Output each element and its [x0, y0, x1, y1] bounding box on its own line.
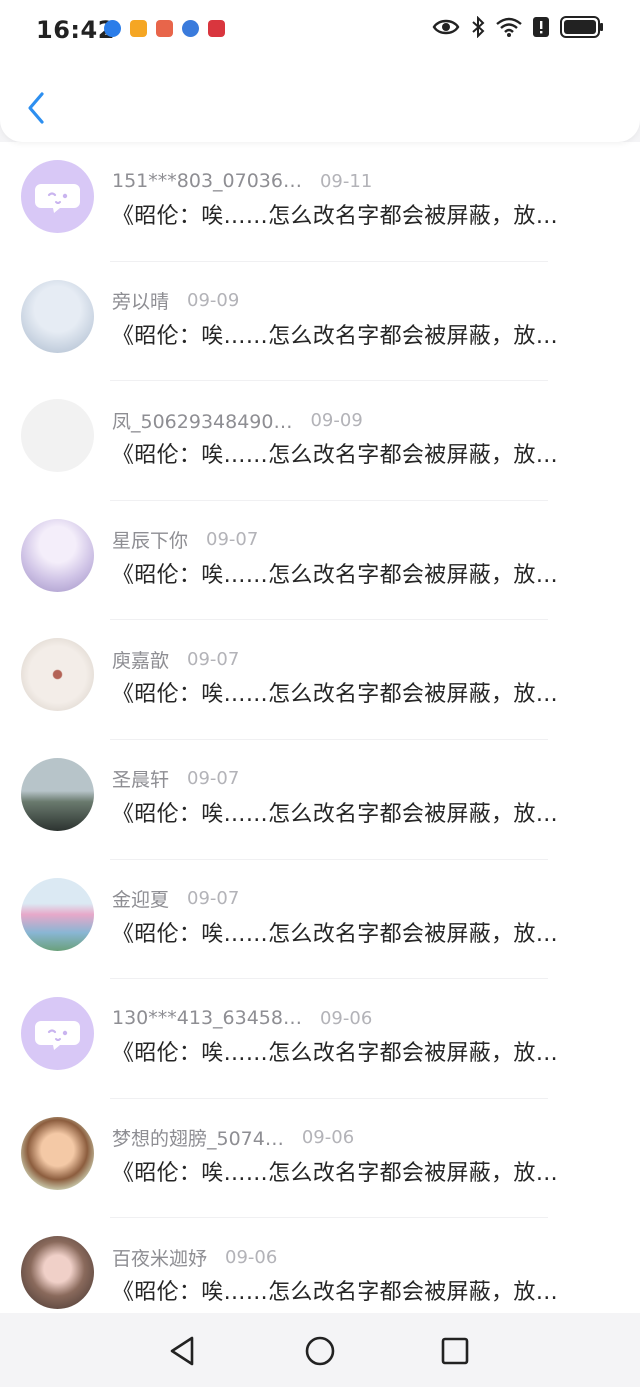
message-preview: 《昭伦：唉……怎么改名字都会被屏蔽，放…	[112, 323, 559, 349]
message-date: 09-09	[187, 290, 240, 312]
huawei-app-icon	[208, 20, 225, 37]
avatar[interactable]	[21, 877, 94, 951]
message-preview: 《昭伦：唉……怎么改名字都会被屏蔽，放…	[112, 1041, 559, 1067]
message-date: 09-06	[225, 1246, 278, 1268]
avatar[interactable]	[21, 279, 94, 353]
message-row[interactable]: 130***413_63458… 09-06 《昭伦：唉……怎么改名字都会被屏蔽，放…	[0, 979, 640, 1099]
name-line: 星辰下你 09-07	[112, 527, 258, 553]
sender-name: 梦想的翅膀_5074…	[112, 1128, 284, 1151]
video-app-icon	[130, 20, 147, 37]
chat-bubble-icon	[35, 184, 80, 213]
message-preview: 《昭伦：唉……怎么改名字都会被屏蔽，放…	[112, 204, 559, 229]
message-date: 09-07	[187, 768, 240, 790]
message-row[interactable]: 百夜米迦妤 09-06 《昭伦：唉……怎么改名字都会被屏蔽，放…	[0, 1218, 640, 1313]
message-date: 09-09	[310, 409, 363, 431]
message-preview: 《昭伦：唉……怎么改名字都会被屏蔽，放…	[112, 921, 559, 947]
message-list[interactable]: 151***803_07036… 09-11 《昭伦：唉……怎么改名字都会被屏蔽，放…	[0, 142, 640, 1313]
message-preview: 《昭伦：唉……怎么改名字都会被屏蔽，放…	[112, 682, 559, 708]
status-bar: 16:42	[0, 0, 640, 60]
name-line: 151***803_07036… 09-11	[112, 168, 372, 194]
name-line: 梦想的翅膀_5074… 09-06	[112, 1125, 354, 1151]
sender-name: 百夜米迦妤	[112, 1247, 208, 1270]
message-row[interactable]: 星辰下你 09-07 《昭伦：唉……怎么改名字都会被屏蔽，放…	[0, 501, 640, 621]
message-preview: 《昭伦：唉……怎么改名字都会被屏蔽，放…	[112, 801, 559, 827]
message-row[interactable]: 151***803_07036… 09-11 《昭伦：唉……怎么改名字都会被屏蔽，放…	[0, 142, 640, 262]
name-line: 凤_50629348490… 09-09	[112, 407, 363, 433]
name-line: 130***413_63458… 09-06	[112, 1005, 372, 1031]
home-circle-icon	[305, 1336, 335, 1366]
bluetooth-icon	[472, 16, 485, 38]
avatar[interactable]	[21, 638, 94, 712]
browser-app-icon	[182, 20, 199, 37]
message-preview: 《昭伦：唉……怎么改名字都会被屏蔽，放…	[112, 1280, 559, 1306]
sender-name: 130***413_63458…	[112, 1007, 302, 1030]
avatar[interactable]	[21, 160, 94, 233]
message-date: 09-07	[206, 529, 259, 551]
message-date: 09-06	[301, 1127, 355, 1149]
chat-bubble-icon	[35, 1021, 80, 1051]
nav-recents-button[interactable]	[437, 1333, 473, 1369]
message-row[interactable]: 梦想的翅膀_5074… 09-06 《昭伦：唉……怎么改名字都会被屏蔽，放…	[0, 1099, 640, 1219]
nav-home-button[interactable]	[302, 1333, 338, 1369]
status-right-icons	[432, 16, 604, 38]
message-row[interactable]: 圣晨轩 09-07 《昭伦：唉……怎么改名字都会被屏蔽，放…	[0, 740, 640, 860]
sender-name: 金迎夏	[112, 889, 170, 912]
message-row[interactable]: 旁以晴 09-09 《昭伦：唉……怎么改名字都会被屏蔽，放…	[0, 262, 640, 382]
avatar[interactable]	[21, 518, 94, 592]
recents-square-icon	[441, 1337, 469, 1365]
sender-name: 旁以晴	[112, 291, 170, 314]
sender-name: 星辰下你	[112, 530, 189, 553]
navigation-bar	[0, 1313, 640, 1387]
name-line: 圣晨轩 09-07	[112, 766, 239, 792]
message-date: 09-06	[319, 1007, 373, 1029]
notification-icons	[104, 20, 225, 37]
message-row[interactable]: 金迎夏 09-07 《昭伦：唉……怎么改名字都会被屏蔽，放…	[0, 860, 640, 980]
sender-name: 凤_50629348490…	[112, 410, 293, 433]
message-date: 09-07	[187, 648, 240, 670]
nav-back-button[interactable]	[165, 1333, 201, 1369]
avatar[interactable]	[21, 1116, 94, 1190]
message-preview: 《昭伦：唉……怎么改名字都会被屏蔽，放…	[112, 1160, 559, 1186]
name-line: 旁以晴 09-09	[112, 288, 239, 314]
name-line: 庾嘉歆 09-07	[112, 646, 239, 672]
check-badge-icon	[104, 20, 121, 37]
message-row[interactable]: 庾嘉歆 09-07 《昭伦：唉……怎么改名字都会被屏蔽，放…	[0, 620, 640, 740]
name-line: 金迎夏 09-07	[112, 886, 239, 912]
message-preview: 《昭伦：唉……怎么改名字都会被屏蔽，放…	[112, 443, 559, 469]
message-date: 09-07	[187, 888, 240, 910]
alert-icon	[533, 17, 549, 37]
sender-name: 庾嘉歆	[112, 649, 170, 672]
back-button[interactable]	[22, 88, 52, 128]
book-app-icon	[156, 20, 173, 37]
avatar[interactable]	[21, 757, 94, 831]
top-header: 16:42	[0, 0, 640, 142]
sender-name: 圣晨轩	[112, 769, 170, 792]
chevron-left-icon	[28, 92, 44, 124]
eye-icon	[432, 19, 460, 35]
avatar[interactable]	[21, 1236, 94, 1310]
name-line: 百夜米迦妤 09-06	[112, 1244, 277, 1270]
message-row[interactable]: 凤_50629348490… 09-09 《昭伦：唉……怎么改名字都会被屏蔽，放…	[0, 381, 640, 501]
avatar[interactable]	[21, 399, 94, 473]
battery-icon	[560, 16, 603, 38]
message-preview: 《昭伦：唉……怎么改名字都会被屏蔽，放…	[112, 562, 559, 588]
wifi-icon	[496, 17, 522, 37]
sender-name: 151***803_07036…	[112, 170, 302, 192]
avatar[interactable]	[21, 997, 94, 1071]
message-date: 09-11	[319, 170, 373, 192]
back-triangle-icon	[170, 1336, 194, 1366]
